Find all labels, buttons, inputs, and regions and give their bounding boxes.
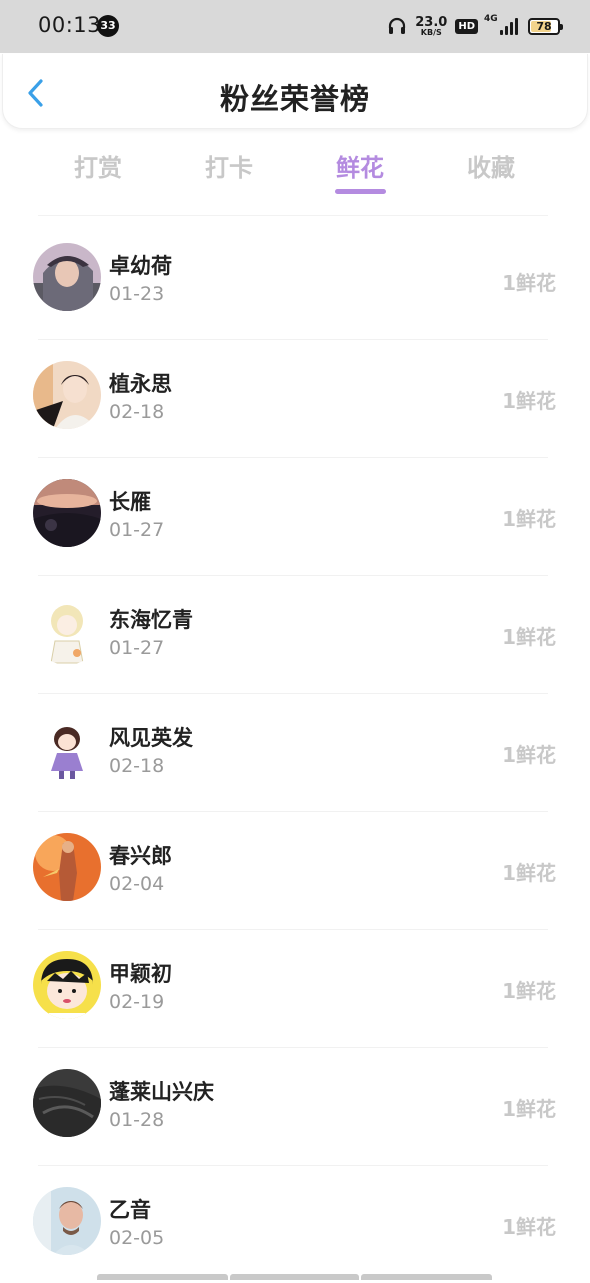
- headset-icon: [389, 17, 406, 34]
- avatar: [33, 951, 101, 1019]
- divider: [38, 693, 548, 694]
- divider: [38, 339, 548, 340]
- list-item[interactable]: 甲颖初 02-19 1鲜花: [0, 929, 590, 1047]
- list-item[interactable]: 长雁 01-27 1鲜花: [0, 457, 590, 575]
- fan-date: 01-28: [109, 1109, 165, 1131]
- hd-badge: HD: [455, 18, 478, 34]
- avatar: [33, 715, 101, 783]
- page-title: 粉丝荣誉榜: [219, 82, 370, 116]
- fan-name: 乙音: [109, 1198, 151, 1222]
- avatar: [33, 833, 101, 901]
- notification-count-badge: 33: [97, 15, 119, 37]
- list-item[interactable]: 乙音 02-05 1鲜花: [0, 1165, 590, 1283]
- fan-date: 02-18: [109, 401, 165, 423]
- active-tab-indicator: [335, 189, 386, 194]
- network-speed: 23.0 KB/S: [415, 16, 447, 37]
- fan-name: 甲颖初: [109, 962, 172, 986]
- flower-count: 1鲜花: [502, 1097, 556, 1121]
- avatar: [33, 1187, 101, 1255]
- status-time: 00:13: [38, 13, 102, 37]
- flower-count: 1鲜花: [502, 507, 556, 531]
- battery-icon: 78: [528, 17, 563, 35]
- divider: [38, 929, 548, 930]
- flower-count: 1鲜花: [502, 743, 556, 767]
- network-speed-unit: KB/S: [420, 27, 442, 37]
- list-item[interactable]: 风见英发 02-18 1鲜花: [0, 693, 590, 811]
- divider: [38, 1047, 548, 1048]
- tab-favorites[interactable]: 收藏: [451, 148, 531, 183]
- fan-name: 东海忆青: [109, 608, 193, 632]
- avatar: [33, 479, 101, 547]
- avatar: [33, 1069, 101, 1137]
- fan-name: 春兴郎: [109, 844, 172, 868]
- list-item[interactable]: 东海忆青 01-27 1鲜花: [0, 575, 590, 693]
- list-item[interactable]: 卓幼荷 01-23 1鲜花: [0, 221, 590, 339]
- list-item[interactable]: 春兴郎 02-04 1鲜花: [0, 811, 590, 929]
- list-item[interactable]: 植永思 02-18 1鲜花: [0, 339, 590, 457]
- flower-count: 1鲜花: [502, 389, 556, 413]
- signal-icon: 4G: [484, 14, 520, 35]
- fan-date: 01-27: [109, 519, 165, 541]
- fan-date: 02-18: [109, 755, 165, 777]
- avatar: [33, 361, 101, 429]
- home-indicator: [97, 1274, 492, 1280]
- fan-name: 长雁: [109, 490, 151, 514]
- fan-date: 01-23: [109, 283, 165, 305]
- flower-count: 1鲜花: [502, 1215, 556, 1239]
- list-item[interactable]: 蓬莱山兴庆 01-28 1鲜花: [0, 1047, 590, 1165]
- avatar: [33, 597, 101, 665]
- fan-name: 卓幼荷: [109, 254, 172, 278]
- fan-name: 蓬莱山兴庆: [109, 1080, 214, 1104]
- fan-name: 风见英发: [109, 726, 193, 750]
- divider: [38, 457, 548, 458]
- battery-level: 78: [536, 19, 552, 33]
- divider: [38, 811, 548, 812]
- tab-checkin[interactable]: 打卡: [189, 148, 269, 183]
- page-header: 粉丝荣誉榜: [2, 54, 588, 129]
- tab-reward[interactable]: 打赏: [58, 148, 138, 183]
- fan-date: 02-04: [109, 873, 165, 895]
- divider: [38, 215, 548, 216]
- flower-count: 1鲜花: [502, 979, 556, 1003]
- network-type-label: 4G: [484, 14, 498, 24]
- flower-count: 1鲜花: [502, 861, 556, 885]
- divider: [38, 575, 548, 576]
- status-bar: 00:13 33 23.0 KB/S HD 4G 78: [0, 0, 590, 53]
- network-speed-value: 23.0: [415, 14, 448, 30]
- tab-bar: 打赏 打卡 鲜花 收藏: [0, 140, 590, 200]
- flower-count: 1鲜花: [502, 625, 556, 649]
- tab-flowers[interactable]: 鲜花: [320, 148, 400, 183]
- flower-count: 1鲜花: [502, 271, 556, 295]
- divider: [38, 1165, 548, 1166]
- fan-date: 02-05: [109, 1227, 165, 1249]
- status-icons: 23.0 KB/S HD 4G 78: [387, 12, 563, 40]
- fan-date: 01-27: [109, 637, 165, 659]
- fan-date: 02-19: [109, 991, 165, 1013]
- fan-name: 植永思: [109, 372, 172, 396]
- avatar: [33, 243, 101, 311]
